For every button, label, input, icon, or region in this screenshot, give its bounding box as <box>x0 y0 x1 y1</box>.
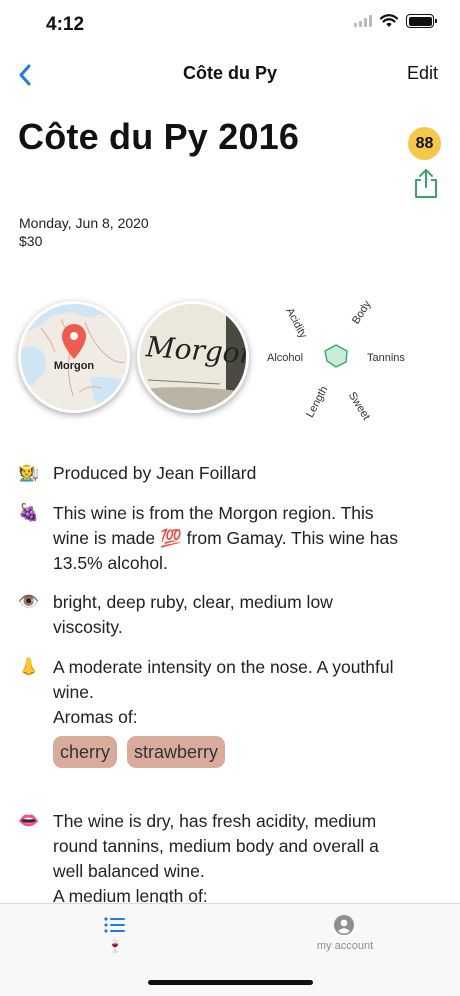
appearance-line: bright, deep ruby, clear, medium low <box>53 592 333 612</box>
radar-label-tannins: Tannins <box>367 352 405 364</box>
nose-line: A moderate intensity on the nose. A yout… <box>53 657 394 677</box>
farmer-icon: 🧑‍🌾 <box>18 463 40 482</box>
chevron-left-icon <box>19 64 31 86</box>
account-tab-label: my account <box>316 940 374 952</box>
edit-button[interactable]: Edit <box>407 63 438 84</box>
tasting-date: Monday, Jun 8, 2020 <box>19 215 149 231</box>
navigation-bar: Côte du Py Edit <box>0 50 460 98</box>
appearance-line: viscosity. <box>53 617 123 637</box>
wine-title: Côte du Py 2016 <box>18 116 300 157</box>
region-row: 🍇 This wine is from the Morgon region. T… <box>18 501 438 576</box>
wifi-icon <box>380 14 398 27</box>
region-map[interactable]: Morgon <box>18 301 130 413</box>
palate-line: The wine is dry, has fresh acidity, medi… <box>53 811 377 831</box>
producer-text: Produced by Jean Foillard <box>53 463 257 483</box>
map-pin-icon <box>62 324 86 359</box>
region-line: wine is made 💯 from Gamay. This wine has <box>53 528 399 548</box>
palate-text: The wine is dry, has fresh acidity, medi… <box>53 809 379 909</box>
nose-text: A moderate intensity on the nose. A yout… <box>53 655 394 768</box>
back-button[interactable] <box>10 60 40 90</box>
share-icon <box>415 169 437 198</box>
aroma-chips: cherry strawberry <box>53 736 394 768</box>
radar-label-length: Length <box>304 384 331 420</box>
eye-icon: 👁️ <box>18 592 40 611</box>
tasting-radar <box>324 344 348 368</box>
bottle-label-photo[interactable]: Morgon <box>137 301 249 413</box>
battery-icon <box>406 14 437 28</box>
tab-account[interactable]: my account <box>230 904 460 966</box>
nose-line: wine. <box>53 682 94 702</box>
region-line: 13.5% alcohol. <box>53 553 168 573</box>
region-line: This wine is from the Morgon region. Thi… <box>53 503 374 523</box>
palate-line: well balanced wine. <box>53 861 205 881</box>
wine-price: $30 <box>19 233 43 249</box>
radar-label-body: Body <box>350 298 374 327</box>
signal-icon <box>354 15 372 27</box>
nav-title: Côte du Py <box>182 63 277 83</box>
account-icon <box>334 915 354 935</box>
home-indicator <box>148 980 313 985</box>
tab-wines[interactable]: 🍷 <box>0 904 230 966</box>
aroma-chip-strawberry[interactable]: strawberry <box>127 736 226 768</box>
region-text: This wine is from the Morgon region. Thi… <box>53 501 398 576</box>
producer-row: 🧑‍🌾 Produced by Jean Foillard <box>18 461 438 486</box>
list-icon <box>104 917 125 933</box>
appearance-row: 👁️ bright, deep ruby, clear, medium low … <box>18 590 438 640</box>
map-region-label: Morgon <box>53 360 95 372</box>
aroma-chip-cherry[interactable]: cherry <box>53 736 118 768</box>
status-icons <box>354 14 437 28</box>
radar-label-acidity: Acidity <box>283 306 310 341</box>
share-button[interactable] <box>412 168 440 200</box>
palate-line: round tannins, medium body and overall a <box>53 836 379 856</box>
lips-icon: 👄 <box>18 811 40 830</box>
score-badge: 88 <box>408 127 441 160</box>
appearance-text: bright, deep ruby, clear, medium low vis… <box>53 590 333 640</box>
nose-row: 👃 A moderate intensity on the nose. A yo… <box>18 655 438 768</box>
aromas-label: Aromas of: <box>53 707 138 727</box>
status-time: 4:12 <box>46 14 85 35</box>
status-bar: 4:12 <box>0 0 460 50</box>
grapes-icon: 🍇 <box>18 503 40 522</box>
nose-icon: 👃 <box>18 657 40 676</box>
palate-row: 👄 The wine is dry, has fresh acidity, me… <box>18 809 438 909</box>
radar-label-alcohol: Alcohol <box>267 352 304 364</box>
wine-glass-icon: 🍷 <box>107 939 123 953</box>
radar-label-sweet: Sweet <box>345 390 373 423</box>
